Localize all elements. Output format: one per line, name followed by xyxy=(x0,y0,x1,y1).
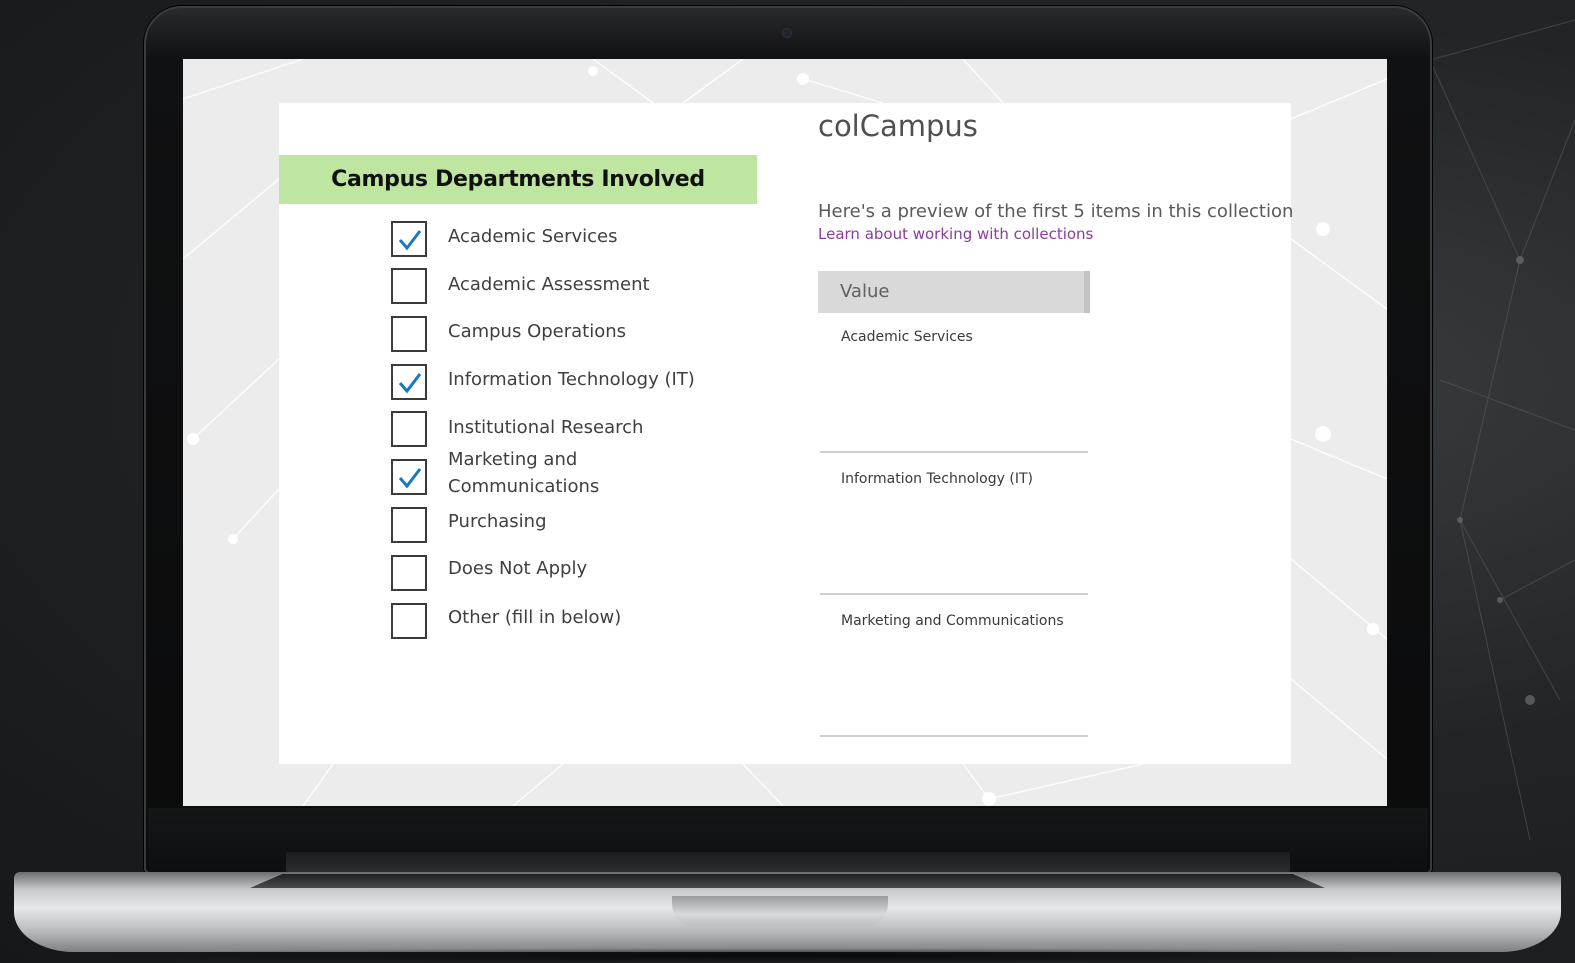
row-divider xyxy=(820,451,1088,453)
checkbox-label: Does Not Apply xyxy=(448,558,588,579)
laptop-notch xyxy=(672,896,888,926)
checkbox[interactable] xyxy=(391,411,427,447)
checkbox-label: Information Technology (IT) xyxy=(448,369,695,390)
checkbox-label: Campus Operations xyxy=(448,321,627,342)
value-column-header: Value xyxy=(818,271,1090,313)
check-icon xyxy=(398,230,422,251)
table-row: Academic Services xyxy=(841,329,973,345)
checkbox[interactable] xyxy=(391,316,427,352)
row-divider xyxy=(820,593,1088,595)
column-header-label: Value xyxy=(840,281,890,302)
check-icon xyxy=(398,373,422,394)
laptop-screen: Campus Departments Involved Academic Ser… xyxy=(183,59,1387,806)
checkbox-label: Academic Assessment xyxy=(448,274,650,295)
webcam-icon xyxy=(783,29,791,37)
checkbox[interactable] xyxy=(391,364,427,400)
table-row: Information Technology (IT) xyxy=(841,471,1033,487)
checkbox[interactable] xyxy=(391,555,427,591)
section-header: Campus Departments Involved xyxy=(279,155,757,204)
checkbox[interactable] xyxy=(391,507,427,543)
checkbox-label: Marketing and Communications xyxy=(448,449,600,497)
checkbox-label: Institutional Research xyxy=(448,417,644,438)
checkbox[interactable] xyxy=(391,603,427,639)
laptop-shadow xyxy=(40,948,1535,963)
checkbox-label: Purchasing xyxy=(448,511,547,532)
keyboard-edge xyxy=(250,874,1325,888)
checkbox[interactable] xyxy=(391,268,427,304)
collection-name: colCampus xyxy=(818,109,978,143)
table-row: Marketing and Communications xyxy=(841,613,1064,629)
powerapps-panel: Campus Departments Involved Academic Ser… xyxy=(279,103,1294,764)
checkbox-label: Academic Services xyxy=(448,226,618,247)
learn-collections-link[interactable]: Learn about working with collections xyxy=(818,225,1093,243)
row-divider xyxy=(820,735,1088,737)
checkbox-label: Other (fill in below) xyxy=(448,607,622,628)
checkbox[interactable] xyxy=(391,459,427,495)
check-icon xyxy=(398,468,422,489)
laptop-hinge xyxy=(286,852,1290,872)
preview-description: Here's a preview of the first 5 items in… xyxy=(818,201,1294,222)
checkbox[interactable] xyxy=(391,221,427,257)
